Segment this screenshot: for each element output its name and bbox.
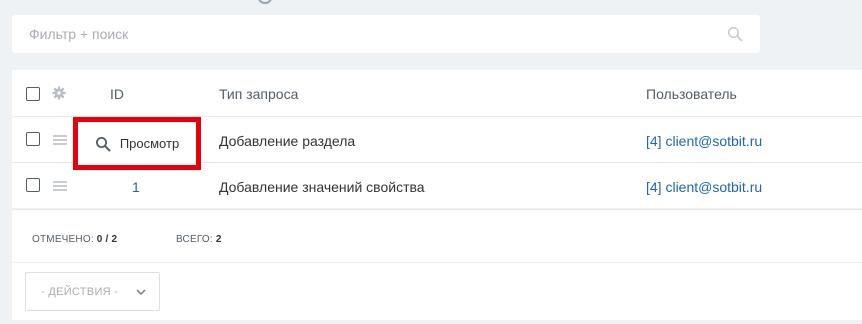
checked-value: 0 / 2: [96, 234, 118, 245]
magnifier-icon: [95, 136, 111, 151]
column-header-user[interactable]: Пользователь: [646, 86, 737, 102]
column-header-id[interactable]: ID: [110, 86, 124, 102]
row-user-link[interactable]: [4] client@sotbit.ru: [646, 133, 762, 149]
row-type: Добавление значений свойства: [219, 179, 425, 195]
chevron-down-icon: [136, 289, 146, 296]
table-row[interactable]: 1 Добавление значений свойства [4] clien…: [12, 163, 862, 208]
filter-search-input[interactable]: [29, 26, 709, 42]
column-header-type[interactable]: Тип запроса: [219, 86, 298, 102]
actions-panel: - ДЕЙСТВИЯ -: [12, 263, 862, 320]
total-label: ВСЕГО:: [176, 234, 213, 245]
grid-footer: ОТМЕЧЕНО: 0 / 2 ВСЕГО: 2: [12, 209, 862, 262]
top-partial-icon: [258, 0, 272, 4]
table-row[interactable]: Просмотр Добавление раздела [4] client@s…: [12, 117, 862, 170]
row-user-link[interactable]: [4] client@sotbit.ru: [646, 179, 762, 195]
checked-label: ОТМЕЧЕНО:: [32, 234, 94, 245]
total-count: ВСЕГО: 2: [176, 234, 222, 245]
drag-handle-icon[interactable]: [53, 135, 67, 145]
data-grid: ID Тип запроса Пользователь Просмотр Доб…: [12, 70, 862, 208]
row-id[interactable]: 1: [132, 179, 140, 195]
actions-select-label: - ДЕЙСТВИЯ -: [41, 285, 119, 298]
row-checkbox[interactable]: [26, 132, 40, 146]
select-all-checkbox[interactable]: [26, 87, 40, 101]
gear-icon[interactable]: [52, 86, 66, 100]
filter-bar[interactable]: [12, 15, 760, 53]
row-type: Добавление раздела: [219, 133, 356, 149]
total-value: 2: [215, 234, 222, 245]
grid-header-row: ID Тип запроса Пользователь: [12, 70, 862, 117]
row-checkbox[interactable]: [26, 178, 40, 192]
search-icon[interactable]: [727, 26, 743, 42]
drag-handle-icon[interactable]: [53, 181, 67, 191]
checked-count: ОТМЕЧЕНО: 0 / 2: [32, 234, 117, 245]
actions-select[interactable]: - ДЕЙСТВИЯ -: [25, 272, 160, 311]
view-button-label: Просмотр: [119, 136, 180, 151]
